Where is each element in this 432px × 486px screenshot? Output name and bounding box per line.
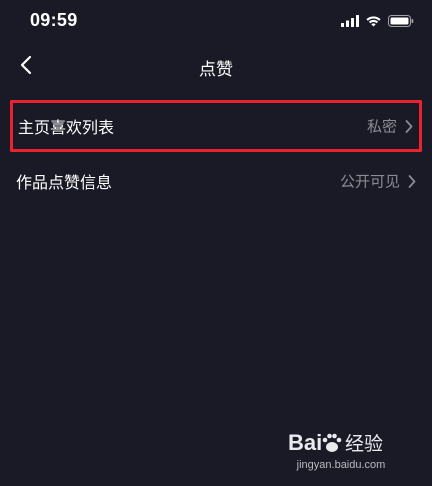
settings-list: 主页喜欢列表 私密 作品点赞信息 公开可见: [0, 100, 432, 210]
nav-bar: 点赞: [0, 44, 432, 90]
cellular-signal-icon: [341, 12, 359, 31]
battery-icon: [388, 12, 414, 31]
chevron-right-icon: [408, 174, 416, 188]
baidu-jingyan-logo: Bai 经验: [288, 430, 383, 455]
status-bar: 09:59: [0, 0, 432, 44]
setting-value: 公开可见: [339, 172, 400, 191]
setting-row-likes-list[interactable]: 主页喜欢列表 私密: [10, 100, 422, 152]
setting-label: 作品点赞信息: [16, 173, 113, 192]
setting-value: 私密: [366, 117, 397, 136]
status-time: 09:59: [30, 10, 78, 30]
setting-label: 主页喜欢列表: [18, 118, 115, 137]
watermark-url: jingyan.baidu.com: [296, 459, 386, 471]
setting-value-group: 公开可见: [340, 171, 416, 192]
status-icons: [341, 13, 414, 29]
chevron-right-icon: [405, 119, 413, 133]
svg-text:Bai: Bai: [288, 430, 322, 455]
baidu-jingyan-watermark: Bai 经验 jingyan.baidu.com: [276, 428, 406, 474]
svg-text:经验: 经验: [345, 433, 383, 455]
wifi-icon: [365, 12, 382, 31]
setting-row-like-info[interactable]: 作品点赞信息 公开可见: [0, 155, 432, 207]
setting-value-group: 私密: [367, 116, 413, 137]
page-title: 点赞: [199, 60, 233, 80]
